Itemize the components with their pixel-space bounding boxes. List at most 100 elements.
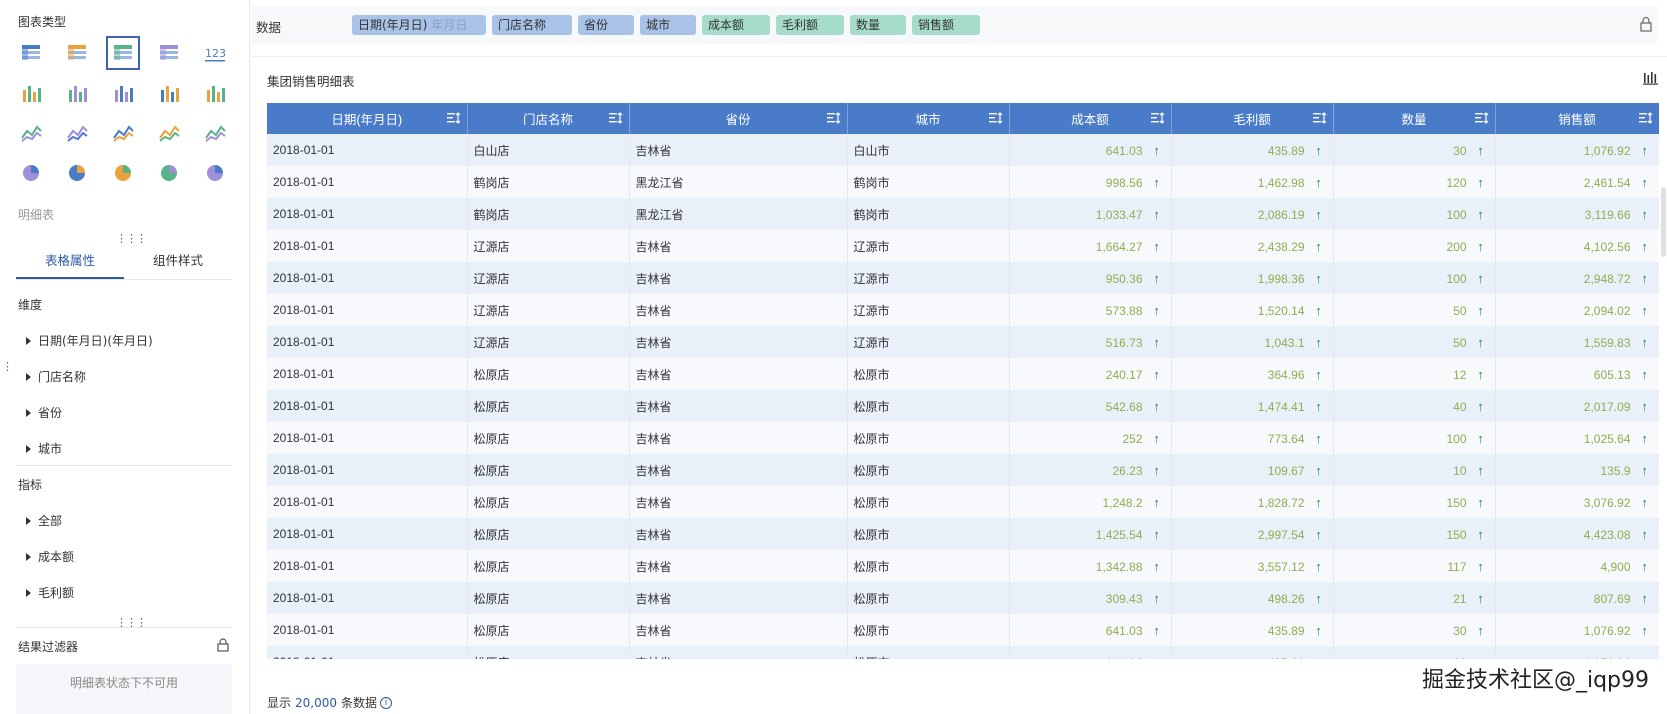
table-cell: 辽源市 <box>847 230 1010 262</box>
chart-type-grid: 123 <box>14 36 244 190</box>
area-chart-icon[interactable] <box>152 116 186 150</box>
field-pill-city[interactable]: 城市 <box>640 15 696 35</box>
bar-stack-icon[interactable] <box>60 76 94 110</box>
panel-collapse-handle-icon[interactable]: ⋮ <box>2 360 13 373</box>
column-chart-icon[interactable] <box>106 76 140 110</box>
sort-icon[interactable] <box>988 112 1003 124</box>
field-pill-date[interactable]: 日期(年月日) 年月日 <box>352 15 486 35</box>
sort-icon[interactable] <box>1312 112 1327 124</box>
table-cell: 516.73 ↑ <box>1009 326 1172 358</box>
sort-icon[interactable] <box>826 112 841 124</box>
arrow-up-icon: ↑ <box>1641 334 1648 350</box>
table-row[interactable]: 2018-01-01 松原店 吉林省 松原市 542.68 ↑ 1,474.41 ↑ 40 ↑ 2,… <box>267 390 1659 422</box>
column-header[interactable]: 毛利额 <box>1171 103 1334 134</box>
table-row[interactable]: 2018-01-01 辽源店 吉林省 辽源市 1,664.27 ↑ 2,438.29 ↑ 200… <box>267 230 1659 262</box>
sort-icon[interactable] <box>1150 112 1165 124</box>
measure-item-label: 全部 <box>38 514 63 528</box>
table-row[interactable]: 2018-01-01 松原店 吉林省 松原市 1,342.88 ↑ 3,557.12 ↑ 117… <box>267 550 1659 582</box>
number-kpi-icon[interactable]: 123 <box>198 36 232 70</box>
column-settings-icon[interactable] <box>1643 71 1659 85</box>
bubble-icon[interactable] <box>198 156 232 190</box>
dimension-item-province[interactable]: 省份 <box>26 404 62 421</box>
arrow-up-icon: ↑ <box>1641 206 1648 222</box>
measure-item-all[interactable]: 全部 <box>26 512 62 529</box>
wave-line-icon[interactable] <box>14 116 48 150</box>
table-row[interactable]: 2018-01-01 鹤岗店 黑龙江省 鹤岗市 1,033.47 ↑ 2,086.19 ↑ 10… <box>267 198 1659 230</box>
info-icon[interactable]: i <box>380 696 393 709</box>
table-row[interactable]: 2018-01-01 松原店 吉林省 松原市 1,248.2 ↑ 1,828.72 ↑ 150 ↑… <box>267 486 1659 518</box>
vertical-scrollbar[interactable] <box>1661 187 1666 257</box>
lock-icon[interactable] <box>216 638 230 652</box>
table-row[interactable]: 2018-01-01 松原店 吉林省 松原市 1,425.54 ↑ 2,997.54 ↑ 150… <box>267 518 1659 550</box>
table-row[interactable]: 2018-01-01 松原店 吉林省 松原市 240.17 ↑ 364.96 ↑ 12 ↑ 605.… <box>267 358 1659 390</box>
table-cell: 435.89 ↑ <box>1171 134 1334 166</box>
table-detail-icon[interactable] <box>106 36 140 70</box>
table-row[interactable]: 2018-01-01 鹤岗店 黑龙江省 鹤岗市 998.56 ↑ 1,462.98 ↑ 120 ↑… <box>267 166 1659 198</box>
measure-item-cost[interactable]: 成本额 <box>26 548 74 565</box>
scatter-grid-icon[interactable] <box>14 76 48 110</box>
sort-icon[interactable] <box>1638 112 1653 124</box>
cross-line-icon[interactable] <box>60 116 94 150</box>
field-pill-cost[interactable]: 成本额 <box>702 15 770 35</box>
table-tree-icon[interactable] <box>14 36 48 70</box>
arrow-up-icon: ↑ <box>1641 142 1648 158</box>
table-cell: 辽源市 <box>847 262 1010 294</box>
pie-multi-icon[interactable] <box>60 156 94 190</box>
caret-right-icon <box>26 552 31 561</box>
globe-map-icon[interactable] <box>106 156 140 190</box>
cell-value: 1,076.92 <box>1583 623 1631 638</box>
cell-value: 1,033.47 <box>1095 207 1143 222</box>
measure-item-profit[interactable]: 毛利额 <box>26 584 74 601</box>
dot-scatter-icon[interactable] <box>152 156 186 190</box>
column-header[interactable]: 销售额 <box>1495 103 1659 134</box>
sort-icon[interactable] <box>608 112 623 124</box>
column-header[interactable]: 数量 <box>1333 103 1496 134</box>
card-icon[interactable] <box>152 36 186 70</box>
lock-icon[interactable] <box>1639 16 1653 32</box>
dimension-item-city[interactable]: 城市 <box>26 440 62 457</box>
table-row[interactable]: 2018-01-01 松原店 吉林省 松原市 252 ↑ 773.64 ↑ 100 ↑ 1,025.… <box>267 422 1659 454</box>
field-pill-profit[interactable]: 毛利额 <box>776 15 844 35</box>
column-header[interactable]: 门店名称 <box>467 103 630 134</box>
dimension-item-store[interactable]: 门店名称 <box>26 368 86 385</box>
column-header[interactable]: 成本额 <box>1009 103 1172 134</box>
table-row[interactable]: 2018-01-01 辽源店 吉林省 辽源市 950.36 ↑ 1,998.36 ↑ 100 ↑ 2… <box>267 262 1659 294</box>
table-cell: 30 ↑ <box>1333 134 1496 166</box>
sort-icon[interactable] <box>446 112 461 124</box>
column-header[interactable]: 省份 <box>629 103 848 134</box>
tab-table-properties[interactable]: 表格属性 <box>16 246 124 279</box>
bar-horizontal-icon[interactable] <box>152 76 186 110</box>
hexagon-icon[interactable] <box>106 116 140 150</box>
table-cell: 10 ↑ <box>1333 454 1496 486</box>
column-header[interactable]: 日期(年月日) <box>267 103 468 134</box>
field-pill-quantity[interactable]: 数量 <box>850 15 906 35</box>
measure-item-label: 成本额 <box>38 550 75 564</box>
resize-handle-icon[interactable]: ⋮⋮⋮ <box>116 232 147 245</box>
cell-value: 30 <box>1453 623 1467 638</box>
table-row[interactable]: 2018-01-01 辽源店 吉林省 辽源市 516.73 ↑ 1,043.1 ↑ 50 ↑ 1,5… <box>267 326 1659 358</box>
filter-title: 结果过滤器 <box>18 640 79 654</box>
table-row[interactable]: 2018-01-01松原店吉林省松原市641.03↑435.89↑30↑1,07… <box>267 614 1659 646</box>
column-compare-icon[interactable] <box>198 76 232 110</box>
table-row[interactable]: 2018-01-01 松原店 吉林省 松原市 309.43 ↑ 498.26 ↑ 21 ↑ 807.… <box>267 582 1659 614</box>
dimension-item-date[interactable]: 日期(年月日)(年月日) <box>26 332 153 349</box>
table-cell: 1,342.88 ↑ <box>1009 550 1172 582</box>
table-row[interactable]: 2018-01-01 白山店 吉林省 白山市 641.03 ↑ 435.89 ↑ 30 ↑ 1,07… <box>267 134 1659 166</box>
table-cell: 吉林省 <box>629 294 848 326</box>
table-cross-icon[interactable] <box>60 36 94 70</box>
table-row[interactable]: 2018-01-01松原店吉林省松原市641.03↑435.89↑30↑1,07… <box>267 646 1659 659</box>
column-header-label: 数量 <box>1401 113 1427 127</box>
arrow-up-icon: ↑ <box>1641 462 1648 478</box>
column-header[interactable]: 城市 <box>847 103 1010 134</box>
field-pill-province[interactable]: 省份 <box>578 15 634 35</box>
tab-component-style[interactable]: 组件样式 <box>124 246 232 279</box>
pill-label: 成本额 <box>708 18 745 32</box>
gauge-icon[interactable] <box>198 116 232 150</box>
cell-value: 1,342.88 <box>1095 559 1143 574</box>
field-pill-store[interactable]: 门店名称 <box>492 15 572 35</box>
table-row[interactable]: 2018-01-01 松原店 吉林省 松原市 26.23 ↑ 109.67 ↑ 10 ↑ 135.9… <box>267 454 1659 486</box>
table-row[interactable]: 2018-01-01 辽源店 吉林省 辽源市 573.88 ↑ 1,520.14 ↑ 50 ↑ 2,… <box>267 294 1659 326</box>
pie-chart-icon[interactable] <box>14 156 48 190</box>
field-pill-sales[interactable]: 销售额 <box>912 15 980 35</box>
sort-icon[interactable] <box>1474 112 1489 124</box>
